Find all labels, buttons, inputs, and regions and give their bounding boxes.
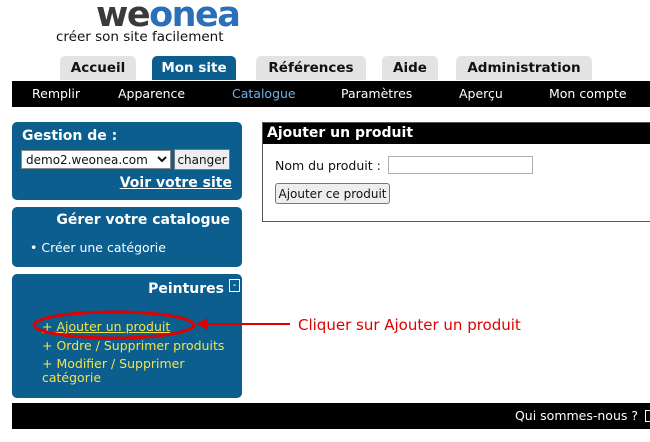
ajouter-produit-link[interactable]: + Ajouter un produit: [42, 319, 170, 334]
gestion-box: Gestion de : demo2.weonea.com changer Vo…: [12, 122, 242, 200]
annotation-text: Cliquer sur Ajouter un produit: [298, 316, 521, 334]
tab-mon-site[interactable]: Mon site: [152, 56, 236, 80]
sub-navigation: Remplir Apparence Catalogue Paramètres A…: [12, 81, 650, 107]
qui-sommes-nous-link[interactable]: Qui sommes-nous ?: [515, 403, 638, 429]
catalogue-box: Gérer votre catalogue • Créer une catégo…: [12, 207, 242, 267]
tab-references[interactable]: Références: [256, 56, 366, 80]
product-name-label: Nom du produit :: [275, 158, 381, 173]
changer-button[interactable]: changer: [174, 149, 230, 170]
ordre-supprimer-link[interactable]: + Ordre / Supprimer produits: [42, 338, 224, 353]
creer-categorie-label: Créer une catégorie: [41, 240, 166, 255]
nav-parametres[interactable]: Paramètres: [341, 81, 412, 107]
nav-catalogue[interactable]: Catalogue: [232, 81, 296, 107]
peintures-box: Peintures - + Ajouter un produit + Ordre…: [12, 274, 242, 398]
tab-accueil[interactable]: Accueil: [60, 56, 136, 80]
peintures-title: Peintures: [148, 281, 224, 297]
catalogue-title: Gérer votre catalogue: [56, 212, 230, 228]
modifier-categorie-link[interactable]: + Modifier / Supprimer catégorie: [42, 357, 237, 385]
collapse-icon[interactable]: -: [229, 279, 240, 292]
add-product-panel: Ajouter un produit Nom du produit : Ajou…: [262, 122, 650, 222]
weonea-logo[interactable]: weonea: [96, 0, 246, 33]
voir-site-link[interactable]: Voir votre site: [120, 175, 232, 191]
tagline: créer son site facilement: [56, 29, 224, 45]
nav-apercu[interactable]: Aperçu: [459, 81, 503, 107]
add-product-button[interactable]: Ajouter ce produit: [275, 183, 390, 204]
panel-title: Ajouter un produit: [263, 123, 650, 144]
tab-aide[interactable]: Aide: [382, 56, 438, 80]
gestion-label: Gestion de :: [22, 128, 118, 144]
bullet-icon: •: [30, 240, 42, 255]
nav-apparence[interactable]: Apparence: [118, 81, 185, 107]
footer-bar: Qui sommes-nous ?: [12, 403, 650, 429]
nav-mon-compte[interactable]: Mon compte: [549, 81, 627, 107]
product-name-input[interactable]: [388, 156, 533, 174]
site-select[interactable]: demo2.weonea.com: [21, 150, 171, 169]
creer-categorie-link[interactable]: • Créer une catégorie: [30, 240, 166, 255]
tab-administration[interactable]: Administration: [456, 56, 592, 80]
nav-remplir[interactable]: Remplir: [32, 81, 80, 107]
footer-corner-icon: [645, 410, 650, 422]
